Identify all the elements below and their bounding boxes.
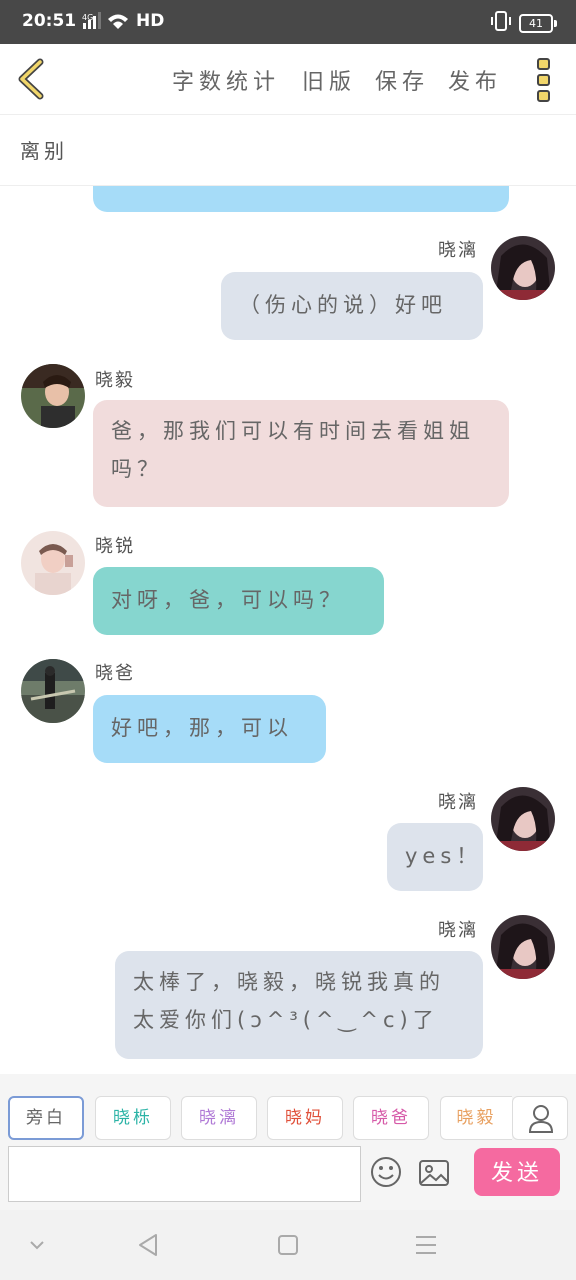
avatar-xiaoli[interactable] xyxy=(491,915,555,979)
message-bubble[interactable]: 对呀，爸，可以吗？ xyxy=(93,567,384,635)
avatar-xiaoba[interactable] xyxy=(21,659,85,723)
manage-characters-button[interactable] xyxy=(512,1096,568,1140)
message-sender: 晓锐 xyxy=(95,536,135,557)
hd-label: HD xyxy=(136,11,165,31)
message-bubble[interactable]: （伤心的说）好吧 xyxy=(221,272,483,340)
editor-toolbar: 字数统计 旧版 保存 发布 xyxy=(0,44,576,115)
message-sender: 晓漓 xyxy=(438,240,478,261)
back-button[interactable] xyxy=(12,58,52,100)
message-input[interactable] xyxy=(8,1146,361,1202)
avatar-xiaoli[interactable] xyxy=(491,787,555,851)
character-chip-xiaoli[interactable]: 晓漓 xyxy=(181,1096,257,1140)
smiley-icon xyxy=(371,1157,401,1187)
old-version-button[interactable]: 旧版 xyxy=(302,64,356,96)
avatar-xiaoyi[interactable] xyxy=(21,364,85,428)
signal-icon: 4G xyxy=(82,11,130,36)
message-bubble[interactable]: 爸，那我们可以有时间去看姐姐吗？ xyxy=(93,400,509,507)
message-text: （伤心的说）好吧 xyxy=(239,293,447,317)
character-chip-xiaoli-oak[interactable]: 晓栎 xyxy=(95,1096,171,1140)
message-sender: 晓毅 xyxy=(95,370,135,391)
chevron-down-icon[interactable] xyxy=(22,1230,52,1260)
character-chip-xiaoyi[interactable]: 晓毅 xyxy=(440,1096,512,1140)
status-bar: 20:51 4G HD 41 xyxy=(0,0,576,44)
message-bubble[interactable]: 好吧，那，可以 xyxy=(93,695,326,763)
avatar-xiaorui[interactable] xyxy=(21,531,85,595)
message-text: 好吧，那，可以 xyxy=(111,716,293,740)
message-sender: 晓漓 xyxy=(438,920,478,941)
battery-indicator: 41 xyxy=(519,14,557,33)
status-time: 20:51 xyxy=(22,11,77,31)
publish-button[interactable]: 发布 xyxy=(448,64,502,96)
message-bubble[interactable]: yes！ xyxy=(387,823,483,891)
message-text: yes！ xyxy=(405,844,483,868)
emoji-button[interactable] xyxy=(370,1156,402,1188)
character-chip-xiaoba[interactable]: 晓爸 xyxy=(353,1096,429,1140)
home-nav-icon[interactable] xyxy=(273,1230,303,1260)
character-chip-label: 晓栎 xyxy=(113,1108,153,1128)
character-chip-label: 旁白 xyxy=(26,1108,66,1128)
chat-area[interactable]: 晓漓 （伤心的说）好吧 晓毅 爸，那我们可以有时间去看姐姐吗？ 晓锐 对呀，爸，… xyxy=(0,186,576,1074)
character-chip-label: 晓爸 xyxy=(371,1108,411,1128)
image-icon xyxy=(419,1160,449,1186)
person-icon xyxy=(528,1105,554,1133)
avatar-xiaoli[interactable] xyxy=(491,236,555,300)
character-chip-xiaoma[interactable]: 晓妈 xyxy=(267,1096,343,1140)
word-count-button[interactable]: 字数统计 xyxy=(172,64,280,96)
system-nav-bar xyxy=(0,1210,576,1280)
network-type: 4G xyxy=(82,13,93,22)
back-nav-icon[interactable] xyxy=(134,1230,164,1260)
chapter-title: 离别 xyxy=(20,139,68,163)
compose-panel: 旁白 晓栎 晓漓 晓妈 晓爸 晓毅 发送 xyxy=(0,1074,576,1210)
insert-image-button[interactable] xyxy=(418,1158,450,1188)
recents-menu-icon[interactable] xyxy=(411,1230,441,1260)
chapter-title-bar[interactable]: 离别 xyxy=(0,115,576,186)
message-text: 太棒了，晓毅，晓锐我真的太爱你们(ɔ^³(^‿^c)了 xyxy=(133,970,445,1032)
more-menu-button[interactable] xyxy=(530,56,558,104)
more-vertical-icon xyxy=(537,58,550,102)
message-bubble[interactable]: 太棒了，晓毅，晓锐我真的太爱你们(ɔ^³(^‿^c)了 xyxy=(115,951,483,1059)
message-text: 爸，那我们可以有时间去看姐姐吗？ xyxy=(111,419,475,481)
character-chip-label: 晓毅 xyxy=(456,1108,497,1128)
send-button[interactable]: 发送 xyxy=(474,1148,560,1196)
vibrate-icon xyxy=(490,11,512,36)
message-bubble[interactable] xyxy=(93,186,509,212)
message-sender: 晓爸 xyxy=(95,663,135,684)
save-button[interactable]: 保存 xyxy=(375,64,429,96)
character-chip-label: 晓妈 xyxy=(285,1108,325,1128)
chevron-left-icon xyxy=(18,58,44,100)
message-text: 对呀，爸，可以吗？ xyxy=(111,588,345,612)
character-chip-label: 晓漓 xyxy=(199,1108,239,1128)
message-sender: 晓漓 xyxy=(438,792,478,813)
character-chip-narrator[interactable]: 旁白 xyxy=(8,1096,84,1140)
